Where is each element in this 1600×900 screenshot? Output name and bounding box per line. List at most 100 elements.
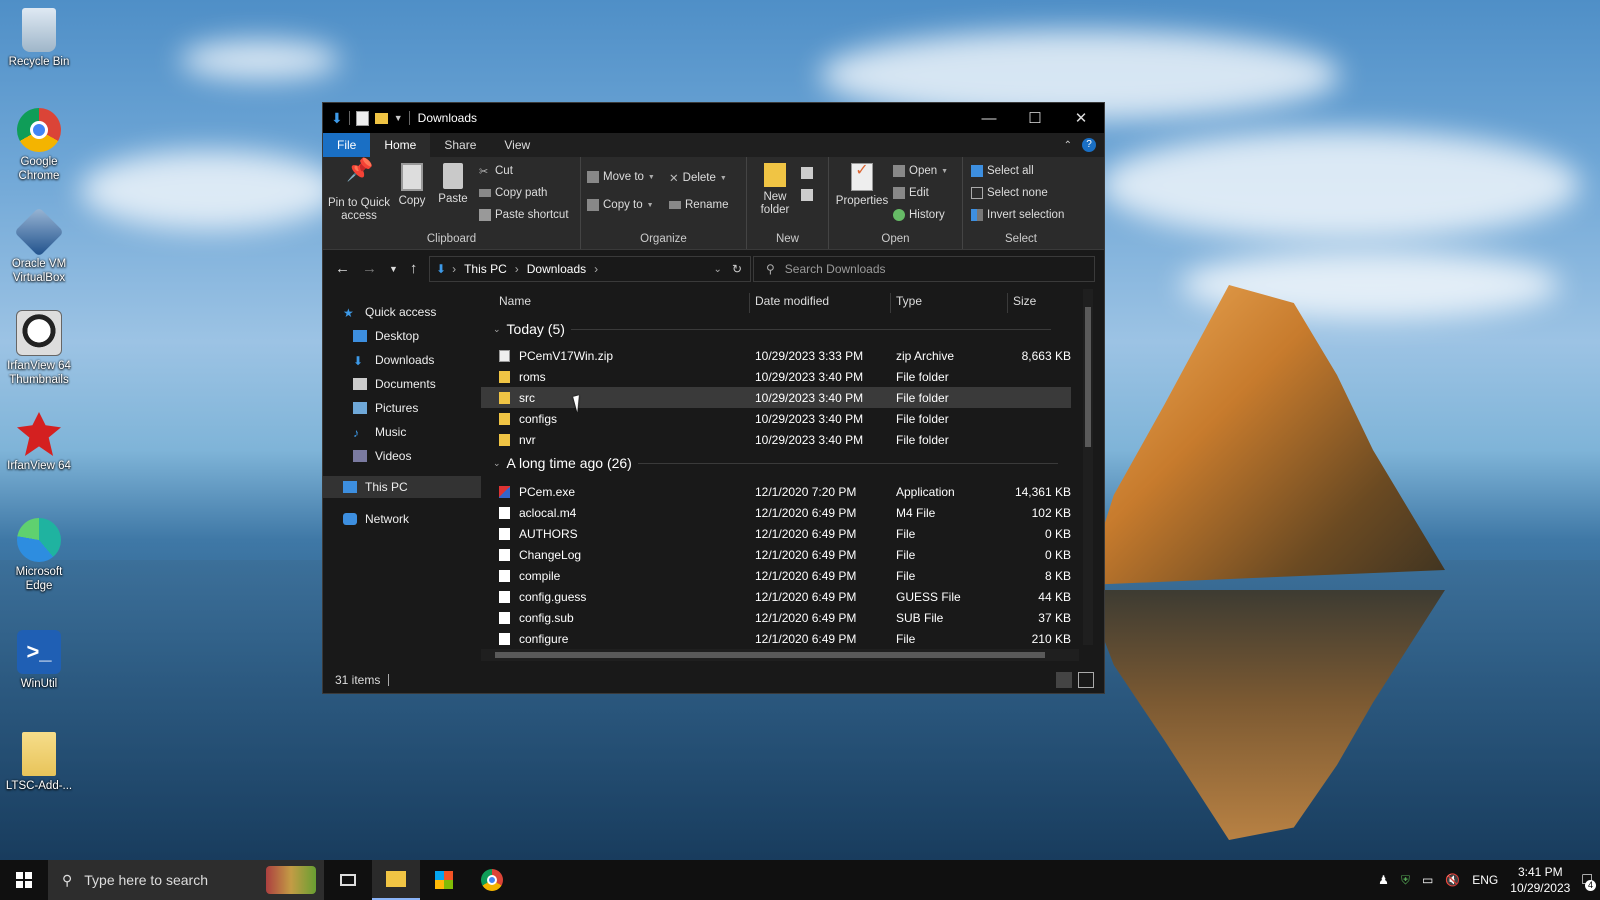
properties-qa-icon[interactable]	[355, 110, 369, 126]
select-all-button[interactable]: Select all	[971, 165, 1034, 177]
scrollbar-thumb[interactable]	[1085, 307, 1091, 447]
file-row[interactable]: config.sub 12/1/2020 6:49 PM SUB File 37…	[481, 607, 1071, 628]
button-label: Copy to	[603, 199, 643, 211]
column-separator[interactable]	[749, 293, 750, 313]
nav-quick-access[interactable]: ★ Quick access	[323, 301, 499, 323]
taskbar-microsoft-store[interactable]	[420, 860, 468, 900]
refresh-icon[interactable]: ↻	[732, 262, 742, 276]
language-indicator[interactable]: ENG	[1472, 873, 1498, 887]
taskbar-chrome[interactable]	[468, 860, 516, 900]
copy-button[interactable]: Copy	[395, 163, 429, 208]
file-row[interactable]: configs 10/29/2023 3:40 PM File folder	[481, 408, 1071, 429]
desktop-icon-recycle-bin[interactable]: Recycle Bin	[4, 8, 74, 69]
search-box[interactable]: ⚲ Search Downloads	[753, 256, 1095, 282]
invert-selection-button[interactable]: Invert selection	[971, 209, 1064, 221]
desktop-icon-winutil[interactable]: >_ WinUtil	[4, 630, 74, 691]
column-header-date[interactable]: Date modified	[755, 289, 829, 313]
desktop-icon-irfanview[interactable]: IrfanView 64	[4, 412, 74, 473]
pin-quick-access-button[interactable]: 📌 Pin to Quick access	[327, 159, 391, 223]
file-row-hovered[interactable]: src 10/29/2023 3:40 PM File folder	[481, 387, 1071, 408]
open-button[interactable]: Open ▼	[893, 165, 948, 177]
file-row[interactable]: PCemV17Win.zip 10/29/2023 3:33 PM zip Ar…	[481, 345, 1071, 366]
column-header-name[interactable]: Name	[499, 289, 531, 313]
paste-button[interactable]: Paste	[435, 163, 471, 206]
tab-view[interactable]: View	[490, 133, 544, 157]
group-header-long-ago[interactable]: ⌄ A long time ago (26)	[493, 455, 1058, 471]
horizontal-scrollbar[interactable]	[481, 649, 1079, 661]
notifications-icon[interactable]: □ 4	[1582, 871, 1596, 891]
file-row[interactable]: roms 10/29/2023 3:40 PM File folder	[481, 366, 1071, 387]
desktop-icon-chrome[interactable]: Google Chrome	[4, 108, 74, 183]
desktop-icon-edge[interactable]: Microsoft Edge	[4, 518, 74, 593]
collapse-chevron-icon[interactable]: ⌄	[493, 324, 501, 335]
close-button[interactable]: ✕	[1058, 103, 1104, 133]
history-button[interactable]: History	[893, 209, 945, 221]
breadcrumb-downloads[interactable]: Downloads	[527, 262, 586, 276]
properties-button[interactable]: ✓ Properties	[833, 163, 891, 208]
file-row[interactable]: config.guess 12/1/2020 6:49 PM GUESS Fil…	[481, 586, 1071, 607]
large-icons-view-icon[interactable]	[1078, 672, 1094, 688]
move-to-button[interactable]: Move to ▼	[587, 171, 655, 183]
desktop-icon-ltsc[interactable]: LTSC-Add-...	[4, 732, 74, 793]
start-button[interactable]	[0, 860, 48, 900]
pictures-icon	[353, 402, 367, 414]
nav-this-pc[interactable]: This PC	[323, 476, 499, 498]
desktop-icon-virtualbox[interactable]: Oracle VM VirtualBox	[4, 207, 74, 285]
vertical-scrollbar[interactable]	[1083, 289, 1093, 645]
tab-share[interactable]: Share	[430, 133, 490, 157]
copy-to-button[interactable]: Copy to ▼	[587, 199, 654, 211]
new-item-button[interactable]	[801, 167, 813, 179]
network-icon[interactable]: ▭	[1422, 873, 1433, 887]
file-row[interactable]: ChangeLog 12/1/2020 6:49 PM File 0 KB	[481, 544, 1071, 565]
tab-home[interactable]: Home	[370, 133, 431, 157]
column-header-size[interactable]: Size	[1013, 289, 1036, 313]
file-row[interactable]: nvr 10/29/2023 3:40 PM File folder	[481, 429, 1071, 450]
breadcrumb-this-pc[interactable]: This PC	[464, 262, 507, 276]
address-bar[interactable]: ⬇ › This PC › Downloads › ⌄ ↻	[429, 256, 751, 282]
taskbar-file-explorer[interactable]	[372, 860, 420, 900]
back-arrow-icon[interactable]: ←	[335, 260, 350, 278]
scrollbar-thumb[interactable]	[495, 652, 1045, 658]
group-label: Clipboard	[426, 233, 477, 245]
forward-arrow-icon[interactable]: →	[362, 260, 377, 278]
column-separator[interactable]	[1007, 293, 1008, 313]
column-header-type[interactable]: Type	[896, 289, 922, 313]
copy-path-button[interactable]: Copy path	[479, 187, 547, 199]
file-row[interactable]: compile 12/1/2020 6:49 PM File 8 KB	[481, 565, 1071, 586]
edit-button[interactable]: Edit	[893, 187, 929, 199]
volume-muted-icon[interactable]: 🔇	[1445, 873, 1460, 887]
maximize-button[interactable]: ☐	[1012, 103, 1058, 133]
tab-file[interactable]: File	[323, 133, 371, 157]
customize-qa-chevron-icon[interactable]: ▼	[394, 113, 403, 123]
details-view-icon[interactable]	[1056, 672, 1072, 688]
people-icon[interactable]: ♟	[1378, 873, 1389, 887]
rename-button[interactable]: Rename	[669, 199, 728, 211]
file-row[interactable]: aclocal.m4 12/1/2020 6:49 PM M4 File 102…	[481, 502, 1071, 523]
up-arrow-icon[interactable]: ↑	[410, 260, 418, 278]
nav-network[interactable]: Network	[323, 508, 499, 530]
group-header-today[interactable]: ⌄ Today (5)	[493, 321, 1051, 337]
cut-button[interactable]: ✂ Cut	[479, 165, 513, 178]
file-row[interactable]: AUTHORS 12/1/2020 6:49 PM File 0 KB	[481, 523, 1071, 544]
security-shield-icon[interactable]: ⛨	[1401, 873, 1410, 888]
clock[interactable]: 3:41 PM 10/29/2023	[1510, 864, 1570, 896]
collapse-chevron-icon[interactable]: ⌄	[493, 458, 501, 469]
task-view-button[interactable]	[324, 860, 372, 900]
new-folder-qa-icon[interactable]	[374, 112, 388, 124]
easy-access-button[interactable]	[801, 189, 813, 201]
delete-button[interactable]: ✕ Delete ▼	[669, 171, 727, 185]
paste-shortcut-button[interactable]: Paste shortcut	[479, 209, 569, 221]
address-dropdown-icon[interactable]: ⌄	[714, 264, 722, 275]
column-separator[interactable]	[890, 293, 891, 313]
file-row[interactable]: PCem.exe 12/1/2020 7:20 PM Application 1…	[481, 481, 1071, 502]
file-row[interactable]: configure 12/1/2020 6:49 PM File 210 KB	[481, 628, 1071, 649]
new-folder-button[interactable]: New folder	[755, 163, 795, 217]
collapse-ribbon-icon[interactable]: ⌃	[1064, 140, 1072, 151]
select-none-button[interactable]: Select none	[971, 187, 1048, 199]
desktop-icon-irfanview-thumbnails[interactable]: IrfanView 64 Thumbnails	[4, 310, 74, 387]
taskbar-search-box[interactable]: ⚲ Type here to search	[48, 860, 324, 900]
minimize-button[interactable]: —	[966, 103, 1012, 133]
help-icon[interactable]: ?	[1082, 138, 1096, 152]
nav-label: Videos	[375, 449, 412, 463]
recent-locations-chevron-icon[interactable]: ▼	[389, 260, 398, 278]
